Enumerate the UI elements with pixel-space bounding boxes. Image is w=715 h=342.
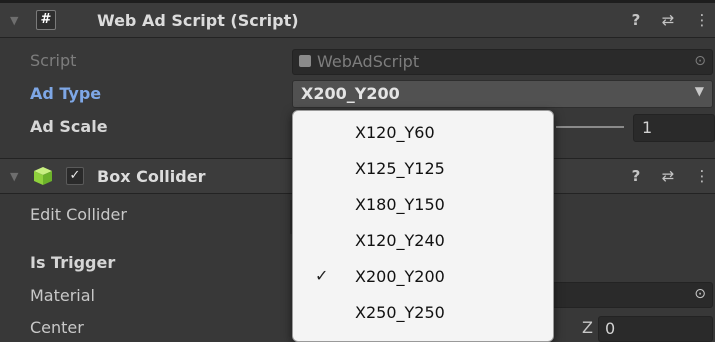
chevron-down-icon: ▼ — [694, 84, 704, 98]
checkmark-icon: ✓ — [315, 266, 329, 285]
script-file-icon — [299, 55, 311, 67]
ad-type-dropdown-menu: X120_Y60 X125_Y125 X180_Y150 X120_Y240 ✓ X200… — [292, 110, 554, 342]
center-z-value: 0 — [605, 319, 616, 338]
dropdown-option[interactable]: X180_Y150 — [293, 187, 553, 223]
context-menu-icon[interactable]: ⋮ — [692, 167, 712, 185]
enabled-checkbox[interactable]: ✓ — [66, 167, 84, 185]
ad-scale-input[interactable]: 1 — [633, 114, 715, 142]
dropdown-option[interactable]: X120_Y60 — [293, 115, 553, 151]
edit-collider-label: Edit Collider — [30, 205, 127, 224]
dropdown-option[interactable]: ✓ X200_Y200 — [293, 259, 553, 295]
dropdown-option[interactable]: X120_Y240 — [293, 223, 553, 259]
ad-scale-slider[interactable] — [556, 126, 624, 128]
ad-type-label: Ad Type — [30, 84, 102, 103]
presets-icon[interactable]: ⇄ — [658, 11, 678, 29]
ad-scale-label: Ad Scale — [30, 117, 108, 136]
dropdown-option-label: X180_Y150 — [355, 195, 445, 214]
help-icon[interactable]: ? — [626, 11, 646, 29]
object-picker-icon[interactable]: ⊙ — [694, 286, 706, 302]
dropdown-option-label: X125_Y125 — [355, 159, 445, 178]
dropdown-option-label: X120_Y240 — [355, 231, 445, 250]
center-z-input[interactable]: 0 — [598, 316, 713, 342]
script-hash-icon: # — [36, 10, 56, 30]
help-icon[interactable]: ? — [626, 167, 646, 185]
presets-icon[interactable]: ⇄ — [658, 167, 678, 185]
foldout-triangle-icon[interactable]: ▼ — [10, 14, 18, 27]
is-trigger-label: Is Trigger — [30, 253, 116, 272]
cube-icon — [32, 165, 54, 187]
component-title: Box Collider — [97, 167, 206, 186]
script-object-field: WebAdScript ⊙ — [292, 49, 713, 75]
dropdown-option[interactable]: X250_Y250 — [293, 295, 553, 331]
ad-type-dropdown[interactable]: X200_Y200 ▼ — [292, 80, 713, 108]
context-menu-icon[interactable]: ⋮ — [692, 11, 712, 29]
material-object-field[interactable]: ⊙ — [552, 282, 713, 308]
dropdown-option-label: X200_Y200 — [355, 267, 445, 286]
component-title: Web Ad Script (Script) — [97, 11, 299, 30]
foldout-triangle-icon[interactable]: ▼ — [10, 170, 18, 183]
dropdown-option-label: X120_Y60 — [355, 123, 435, 142]
script-value: WebAdScript — [317, 52, 420, 71]
script-label: Script — [30, 51, 77, 70]
web-ad-script-header[interactable]: ▼ # Web Ad Script (Script) ? ⇄ ⋮ — [0, 3, 715, 38]
dropdown-option-label: X250_Y250 — [355, 303, 445, 322]
ad-type-value: X200_Y200 — [301, 84, 400, 103]
material-label: Material — [30, 286, 95, 305]
ad-scale-value: 1 — [642, 118, 653, 137]
dropdown-option[interactable]: X125_Y125 — [293, 151, 553, 187]
object-picker-icon: ⊙ — [694, 53, 706, 69]
